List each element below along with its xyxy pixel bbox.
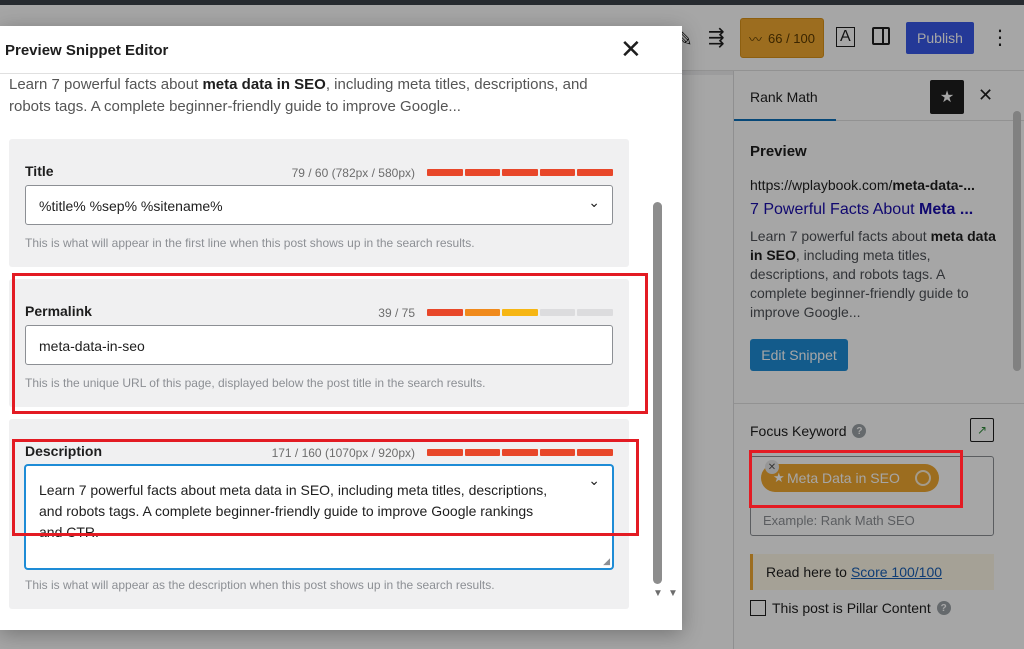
modal-intro-text: Learn 7 powerful facts about meta data i… <box>9 76 588 115</box>
title-input[interactable]: %title% %sep% %sitename% ⌄ <box>25 185 613 225</box>
title-count: 79 / 60 (782px / 580px) <box>291 166 415 180</box>
annotation-description-box <box>12 439 639 536</box>
modal-header: Preview Snippet Editor ✕ <box>0 26 682 74</box>
scroll-down-arrow-icon[interactable]: ▼ <box>653 588 663 599</box>
modal-title: Preview Snippet Editor <box>5 42 169 59</box>
annotation-permalink-box <box>12 273 648 414</box>
title-panel: Title 79 / 60 (782px / 580px) %title% %s… <box>9 139 629 267</box>
close-icon[interactable]: ✕ <box>620 36 642 62</box>
annotation-keyword-box <box>749 450 963 508</box>
title-help: This is what will appear in the first li… <box>25 236 475 250</box>
meter-segment <box>502 169 538 176</box>
meter-segment <box>539 169 576 176</box>
chevron-down-icon[interactable]: ⌄ <box>588 194 600 211</box>
resize-handle-icon[interactable]: ◢ <box>603 556 610 567</box>
meter-segment <box>577 169 613 176</box>
title-label: Title <box>25 163 54 179</box>
meter-segment <box>427 169 463 176</box>
scroll-down-arrow-icon[interactable]: ▼ <box>668 588 678 599</box>
meter-segment <box>464 169 501 176</box>
title-length-meter <box>427 169 613 176</box>
description-help: This is what will appear as the descript… <box>25 578 495 592</box>
modal-scrollbar-thumb[interactable] <box>653 202 662 584</box>
